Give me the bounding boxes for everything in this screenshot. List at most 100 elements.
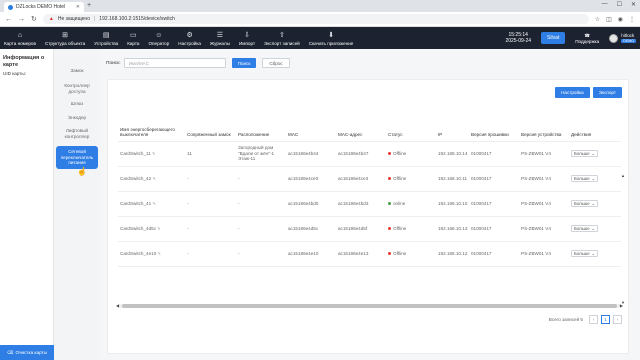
edit-icon[interactable]: ✎ (152, 151, 156, 156)
cell-mac: ac15186e4e10 (286, 241, 336, 267)
category-lock[interactable]: Замок (54, 68, 100, 74)
menu-icon[interactable]: ⋮ (629, 16, 635, 23)
new-tab-icon[interactable]: + (87, 2, 91, 9)
reset-button[interactable]: Сброс (262, 58, 290, 68)
site-button[interactable]: Silvat (541, 32, 566, 44)
scrollbar-thumb[interactable] (122, 304, 617, 308)
cell-status: Offline (386, 141, 436, 167)
col-firmware: Версия прошивки (469, 115, 519, 142)
close-tab-icon[interactable]: ✕ (76, 4, 80, 10)
cell-name: CardSwitch_42 ✎ (118, 166, 185, 192)
total-records: Всего записей 5 (548, 317, 583, 322)
next-page-button[interactable]: › (613, 315, 622, 324)
cell-firmware: 01000417 (469, 216, 519, 242)
maximize-icon[interactable]: ☐ (617, 1, 622, 8)
scroll-up-icon[interactable]: ▲ (621, 173, 625, 178)
nav-item-export-records[interactable]: ⇧ Экспорт записей (264, 32, 300, 46)
device-category-menu: Замок Контроллер доступа Шлюз Энкодер Ли… (54, 49, 100, 360)
scroll-left-icon[interactable]: ◀ (116, 303, 119, 308)
col-ip: IP (436, 115, 469, 142)
more-dropdown[interactable]: Больше ⌄ (571, 150, 598, 157)
col-actions: Действия (569, 115, 621, 142)
card-icon: ▭ (130, 32, 137, 39)
scroll-right-icon[interactable]: ▶ (620, 303, 623, 308)
profile-icon[interactable]: ◉ (618, 16, 623, 23)
nav-item-structure[interactable]: ⊞ Структура объекта (45, 32, 85, 46)
extensions-icon[interactable]: ◫ (606, 16, 612, 23)
cell-ip: 192.168.10.13 (436, 216, 469, 242)
cell-device-version: PS-ZBW01 V4 (519, 191, 569, 217)
cell-mac: ac15186e4b44 (286, 141, 336, 167)
warning-icon: ▲ (48, 16, 54, 22)
cell-ip: 192.168.10.14 (436, 141, 469, 167)
url-field[interactable]: ▲ Не защищено | 192.168.100.2:1515/devic… (42, 14, 589, 24)
settings-icon: ⚙ (186, 32, 193, 39)
prev-page-button[interactable]: ‹ (589, 315, 598, 324)
card-info-title: Информация о карте (3, 55, 45, 68)
user-menu[interactable]: hitlock DEMO (609, 33, 636, 44)
nav-item-journals[interactable]: ☰ Журналы (210, 32, 230, 46)
nav-item-devices[interactable]: ▤ Устройства (94, 32, 118, 46)
pagination: Всего записей 5 ‹ 1 › (549, 315, 622, 324)
address-bar: ← → ↻ ▲ Не защищено | 192.168.100.2:1515… (0, 12, 640, 27)
browser-tab[interactable]: DZLocks DEMO Hotel ✕ (4, 2, 84, 12)
page-button-current[interactable]: 1 (601, 315, 610, 324)
nav-item-import[interactable]: ⇩ Импорт (239, 32, 255, 46)
cell-status: Offline (386, 216, 436, 242)
hand-cursor-icon: ☝ (77, 167, 87, 176)
cell-actions: Больше ⌄ (569, 216, 621, 242)
edit-icon[interactable]: ✎ (157, 226, 161, 231)
star-icon[interactable]: ☆ (595, 16, 600, 23)
more-dropdown[interactable]: Больше ⌄ (571, 250, 598, 257)
more-dropdown[interactable]: Больше ⌄ (571, 200, 598, 207)
settings-button[interactable]: Настройка (555, 87, 590, 98)
close-window-icon[interactable]: ✕ (631, 1, 636, 8)
cell-mac-address: ac15186e4ce3 (336, 166, 386, 192)
cell-lock: - (185, 216, 236, 242)
col-paired-lock: Сопряженный замок (185, 115, 236, 142)
clock: 15:25:14 2025-09-24 (505, 32, 531, 44)
edit-icon[interactable]: ✎ (158, 251, 162, 256)
cell-lock: - (185, 191, 236, 217)
cell-ip: 192.168.10.12 (436, 241, 469, 267)
cell-mac-address: ac15186e4d5f (336, 216, 386, 242)
chevron-down-icon: ⌄ (591, 200, 595, 206)
export-button[interactable]: Экспорт (592, 87, 622, 98)
col-mac-address: MAC-адрес (336, 115, 386, 142)
structure-icon: ⊞ (62, 32, 68, 39)
table-row: CardSwitch_42 ✎ - - ac15186e4ce0 ac15186… (118, 166, 621, 192)
edit-icon[interactable]: ✎ (152, 201, 156, 206)
nav-item-operator[interactable]: ☺ Оператор (148, 32, 169, 46)
reload-icon[interactable]: ↻ (31, 15, 37, 23)
nav-item-download-app[interactable]: ⬇ Скачать приложение (309, 32, 354, 46)
cell-device-version: PS-ZBW01 V4 (519, 216, 569, 242)
support-button[interactable]: ☎ Поддержка (575, 33, 599, 44)
search-button[interactable]: Поиск (231, 58, 257, 68)
more-dropdown[interactable]: Больше ⌄ (571, 225, 598, 232)
category-elevator-controller[interactable]: Лифтовый контроллер (54, 128, 100, 139)
cell-firmware: 01000417 (469, 191, 519, 217)
clear-card-button[interactable]: ⌫ Очистка карты (0, 345, 54, 360)
search-input[interactable]: Имя/MAC (123, 58, 226, 68)
uid-label: UID карты: (3, 71, 26, 76)
nav-item-settings[interactable]: ⚙ Настройка (178, 32, 201, 46)
category-encoder[interactable]: Энкодер (54, 115, 100, 121)
search-bar: Поиск: Имя/MAC Поиск Сброс (106, 58, 290, 68)
back-icon[interactable]: ← (5, 16, 12, 23)
minimize-icon[interactable]: — (602, 1, 608, 8)
cell-actions: Больше ⌄ (569, 191, 621, 217)
forward-icon[interactable]: → (18, 16, 25, 23)
map-icon: ⌂ (17, 32, 23, 39)
more-dropdown[interactable]: Больше ⌄ (571, 175, 598, 182)
horizontal-scrollbar[interactable]: ◀ ▶ (116, 303, 623, 308)
cell-name: CardSwitch_41 ✎ (118, 191, 185, 217)
category-access-controller[interactable]: Контроллер доступа (54, 83, 100, 94)
nav-item-room-map[interactable]: ⌂ Карта номеров (4, 32, 36, 46)
status-dot (388, 226, 391, 230)
edit-icon[interactable]: ✎ (152, 176, 156, 181)
category-gateway[interactable]: Шлюз (54, 101, 100, 107)
cell-location: - (236, 166, 286, 192)
nav-item-card[interactable]: ▭ Карта (127, 32, 139, 46)
search-label: Поиск: (106, 60, 121, 66)
category-power-switch[interactable]: Сетевой переключатель питания (56, 146, 98, 169)
